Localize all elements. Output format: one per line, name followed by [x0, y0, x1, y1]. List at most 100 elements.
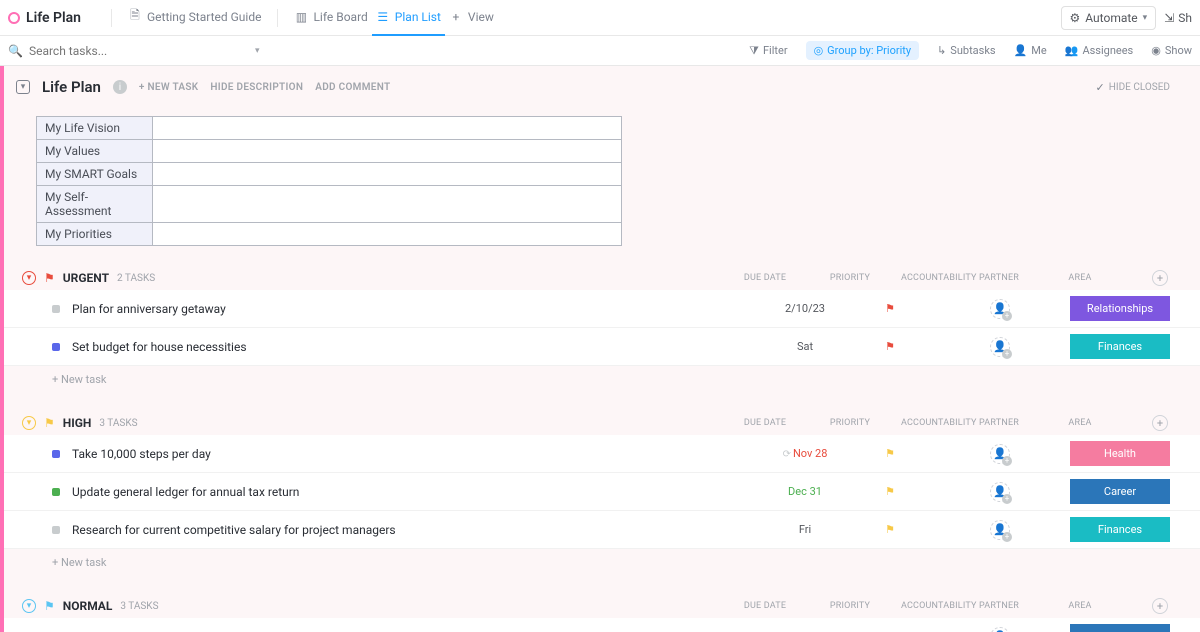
task-accountability[interactable]: 👤	[930, 299, 1070, 319]
plan-row-value[interactable]	[153, 140, 622, 163]
task-priority[interactable]: ⚑	[850, 340, 930, 353]
add-column-button[interactable]: +	[1152, 270, 1168, 286]
table-row[interactable]: My Values	[37, 140, 622, 163]
add-person-icon[interactable]: 👤	[990, 299, 1010, 319]
new-task-button[interactable]: + New task	[0, 549, 1200, 576]
automate-label: Automate	[1085, 11, 1137, 25]
show-button[interactable]: ◉ Show	[1151, 44, 1192, 57]
group-high: ▾ ⚑ HIGH 3 TASKS DUE DATE PRIORITY ACCOU…	[0, 411, 1200, 576]
group-collapse-button[interactable]: ▾	[22, 416, 36, 430]
task-area[interactable]: Career	[1070, 624, 1170, 632]
status-box[interactable]	[52, 343, 60, 351]
task-area[interactable]: Relationships	[1070, 296, 1170, 321]
area-tag: Finances	[1070, 517, 1170, 542]
automate-button[interactable]: ⚙ Automate ▾	[1061, 6, 1157, 30]
page-title: Life Plan	[42, 78, 101, 96]
plan-row-label: My Self-Assessment	[37, 186, 153, 223]
plan-row-value[interactable]	[153, 186, 622, 223]
status-box[interactable]	[52, 488, 60, 496]
task-row[interactable]: Update general ledger for annual tax ret…	[0, 473, 1200, 511]
add-comment-link[interactable]: ADD COMMENT	[315, 82, 390, 93]
task-accountability[interactable]: 👤	[930, 337, 1070, 357]
task-row[interactable]: Set budget for house necessities Sat ⚑ 👤…	[0, 328, 1200, 366]
plan-row-label: My SMART Goals	[37, 163, 153, 186]
group-count: 3 TASKS	[120, 601, 158, 612]
col-area: AREA	[1030, 418, 1130, 428]
task-area[interactable]: Finances	[1070, 517, 1170, 542]
task-accountability[interactable]: 👤	[930, 444, 1070, 464]
status-box[interactable]	[52, 450, 60, 458]
filter-button[interactable]: ⧩ Filter	[749, 44, 787, 58]
task-priority[interactable]: ⚑	[850, 302, 930, 315]
task-row[interactable]: Set annual business objective for 2023 N…	[0, 618, 1200, 632]
chevron-down-icon[interactable]: ▾	[255, 46, 260, 56]
table-row[interactable]: My Self-Assessment	[37, 186, 622, 223]
me-label: Me	[1031, 44, 1046, 57]
task-row[interactable]: Take 10,000 steps per day ⟳Nov 28 ⚑ 👤 He…	[0, 435, 1200, 473]
hide-closed-toggle[interactable]: ✓ HIDE CLOSED	[1096, 81, 1170, 94]
share-label: Sh	[1178, 11, 1192, 25]
assignees-label: Assignees	[1082, 44, 1133, 57]
col-due-date: DUE DATE	[720, 418, 810, 428]
space-name[interactable]: Life Plan	[26, 10, 81, 26]
tab-add-view[interactable]: + View	[445, 0, 498, 36]
share-button[interactable]: ⇲ Sh	[1164, 11, 1192, 25]
plan-row-value[interactable]	[153, 223, 622, 246]
group-name: HIGH	[63, 416, 92, 430]
task-priority[interactable]: ⚑	[850, 523, 930, 536]
task-priority[interactable]: ⚑	[850, 485, 930, 498]
add-column-button[interactable]: +	[1152, 415, 1168, 431]
task-area[interactable]: Career	[1070, 479, 1170, 504]
plan-row-value[interactable]	[153, 163, 622, 186]
task-due-date[interactable]: Sat	[760, 340, 850, 353]
hide-description-link[interactable]: HIDE DESCRIPTION	[210, 82, 303, 93]
search-bar[interactable]: 🔍 ▾	[8, 44, 259, 58]
new-task-button[interactable]: + New task	[0, 366, 1200, 393]
tab-getting-started[interactable]: 🗎 Getting Started Guide	[124, 0, 265, 36]
add-person-icon[interactable]: 👤	[990, 627, 1010, 632]
status-box[interactable]	[52, 305, 60, 313]
group-header: ▾ ⚑ NORMAL 3 TASKS DUE DATE PRIORITY ACC…	[0, 594, 1200, 618]
tab-life-board[interactable]: ▥ Life Board	[290, 0, 371, 36]
task-due-date[interactable]: 2/10/23	[760, 302, 850, 315]
add-person-icon[interactable]: 👤	[990, 520, 1010, 540]
me-button[interactable]: 👤 Me	[1014, 44, 1047, 57]
subtasks-button[interactable]: ↳ Subtasks	[937, 44, 996, 57]
task-due-date[interactable]: ⟳Nov 28	[760, 447, 850, 460]
page-header: ▾ Life Plan i + NEW TASK HIDE DESCRIPTIO…	[0, 76, 1200, 108]
task-row[interactable]: Plan for anniversary getaway 2/10/23 ⚑ 👤…	[0, 290, 1200, 328]
info-icon[interactable]: i	[113, 80, 127, 94]
add-column-button[interactable]: +	[1152, 598, 1168, 614]
task-accountability[interactable]: 👤	[930, 627, 1070, 632]
group-collapse-button[interactable]: ▾	[22, 599, 36, 613]
tab-plan-list[interactable]: ☰ Plan List	[372, 0, 445, 36]
add-person-icon[interactable]: 👤	[990, 337, 1010, 357]
task-accountability[interactable]: 👤	[930, 520, 1070, 540]
plan-row-value[interactable]	[153, 117, 622, 140]
eye-icon: ◉	[1151, 44, 1161, 57]
plan-table: My Life Vision My Values My SMART Goals …	[36, 116, 622, 246]
task-due-date[interactable]: Dec 31	[760, 485, 850, 498]
task-row[interactable]: Research for current competitive salary …	[0, 511, 1200, 549]
group-normal: ▾ ⚑ NORMAL 3 TASKS DUE DATE PRIORITY ACC…	[0, 594, 1200, 632]
new-task-link[interactable]: + NEW TASK	[139, 82, 199, 93]
task-area[interactable]: Finances	[1070, 334, 1170, 359]
add-person-icon[interactable]: 👤	[990, 482, 1010, 502]
table-row[interactable]: My Life Vision	[37, 117, 622, 140]
share-icon: ⇲	[1164, 11, 1174, 25]
assignees-button[interactable]: 👥 Assignees	[1065, 44, 1134, 57]
status-box[interactable]	[52, 526, 60, 534]
people-icon: 👥	[1065, 44, 1079, 57]
add-person-icon[interactable]: 👤	[990, 444, 1010, 464]
collapse-button[interactable]: ▾	[16, 80, 30, 94]
group-by-button[interactable]: ◎ Group by: Priority	[806, 41, 920, 60]
search-input[interactable]	[29, 44, 139, 58]
group-collapse-button[interactable]: ▾	[22, 271, 36, 285]
task-due-date[interactable]: Fri	[760, 523, 850, 536]
flag-icon: ⚑	[885, 485, 895, 498]
task-area[interactable]: Health	[1070, 441, 1170, 466]
task-priority[interactable]: ⚑	[850, 447, 930, 460]
table-row[interactable]: My Priorities	[37, 223, 622, 246]
table-row[interactable]: My SMART Goals	[37, 163, 622, 186]
task-accountability[interactable]: 👤	[930, 482, 1070, 502]
